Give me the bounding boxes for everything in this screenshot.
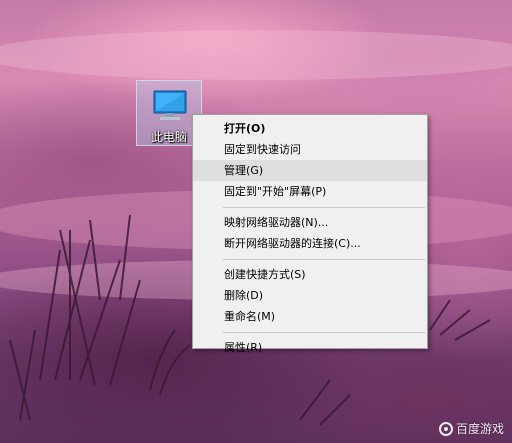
menu-separator <box>223 332 425 333</box>
menu-item-rename[interactable]: 重命名(M) <box>193 306 427 327</box>
computer-monitor-icon <box>153 90 187 120</box>
menu-separator <box>223 259 425 260</box>
menu-item-disconnect-network-drive[interactable]: 断开网络驱动器的连接(C)... <box>193 233 427 254</box>
menu-item-properties[interactable]: 属性(R) <box>193 337 427 358</box>
desktop[interactable]: 此电脑 打开(O) 固定到快速访问 管理(G) 固定到"开始"屏幕(P) 映射网… <box>0 0 512 443</box>
menu-item-manage[interactable]: 管理(G) <box>193 160 427 181</box>
menu-item-pin-quick-access[interactable]: 固定到快速访问 <box>193 139 427 160</box>
menu-separator <box>223 207 425 208</box>
context-menu[interactable]: 打开(O) 固定到快速访问 管理(G) 固定到"开始"屏幕(P) 映射网络驱动器… <box>192 114 428 354</box>
menu-item-delete[interactable]: 删除(D) <box>193 285 427 306</box>
watermark-text: 百度游戏 <box>455 422 504 436</box>
baidu-games-logo-icon <box>438 421 453 436</box>
watermark: 百度游戏 <box>438 420 504 437</box>
menu-item-open[interactable]: 打开(O) <box>193 118 427 139</box>
menu-item-pin-start[interactable]: 固定到"开始"屏幕(P) <box>193 181 427 202</box>
menu-item-map-network-drive[interactable]: 映射网络驱动器(N)... <box>193 212 427 233</box>
menu-item-create-shortcut[interactable]: 创建快捷方式(S) <box>193 264 427 285</box>
